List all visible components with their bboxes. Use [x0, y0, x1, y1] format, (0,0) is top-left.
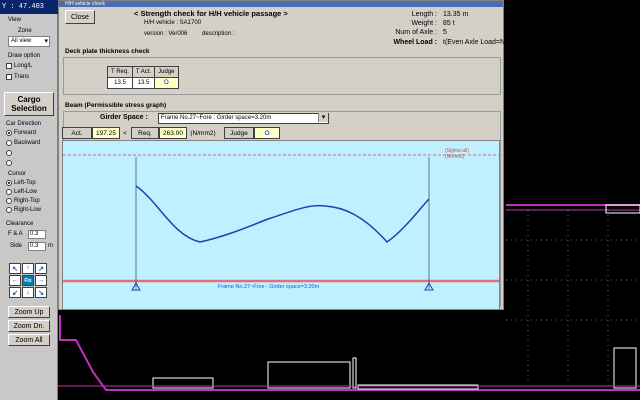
arrow-down-icon[interactable]: ↓ [22, 287, 34, 298]
weight-label: Weight : [411, 20, 437, 27]
backward-radio[interactable]: Backward [6, 140, 40, 146]
draw-option-label: Draw option [8, 53, 41, 59]
side-clearance-input[interactable]: 0.3 [28, 242, 46, 251]
act-label: Act. [62, 127, 92, 139]
zone-label: Zone [18, 28, 32, 34]
req-label: Req. [131, 127, 159, 139]
radio-dot [6, 180, 12, 186]
arrow-left-icon[interactable]: ← [9, 275, 21, 286]
stress-judge-value: O [254, 127, 280, 139]
req-value: 263.00 [159, 127, 187, 139]
tact-value: 13.5 [131, 77, 156, 89]
length-value: 13.35 m [443, 11, 469, 18]
arrow-up-right-icon[interactable]: ↗ [35, 263, 47, 274]
cursor-left-low-radio[interactable]: Left-Low [6, 189, 37, 195]
vehicle-name: H/H vehicle : SA1700 [144, 20, 202, 26]
checkbox-box [6, 74, 12, 80]
less-than-sign: < [123, 129, 127, 137]
zoom-all-button[interactable]: Zoom All [8, 334, 50, 346]
judge-label: Judge [224, 127, 254, 139]
clearance-label: Clearance [6, 221, 34, 227]
version-text: version : Ver006 [144, 31, 188, 37]
weight-value: 85 t [443, 20, 455, 27]
radio-dot [6, 189, 12, 195]
girder-space-select[interactable]: Frame No.27~Fore : Girder space=3.20m [158, 113, 329, 124]
stress-unit: (N/mm2) [190, 129, 216, 137]
girder-space-label: Girder Space : [100, 114, 148, 121]
beam-label: Beam (Permissible stress graph) [65, 102, 167, 109]
direction-radio-4[interactable] [6, 160, 14, 166]
view-label: View [8, 17, 21, 23]
wheel-load-label: Wheel Load : [393, 39, 437, 46]
arrow-up-icon[interactable]: ↑ [22, 263, 34, 274]
tact-header: T Act. [131, 66, 156, 78]
cursor-label: Cursor [8, 171, 27, 177]
side-label: Side [10, 243, 23, 249]
deck-thickness-label: Deck plate thickness check [65, 48, 150, 55]
close-button[interactable]: Close [65, 10, 95, 24]
radio-dot [6, 198, 12, 204]
axle-label: Num of Axle : [395, 29, 437, 36]
coordinate-readout: Y : 47.403 [0, 0, 58, 14]
longl-checkbox[interactable]: Long/L [6, 63, 32, 69]
cursor-left-top-radio[interactable]: Left-Top [6, 180, 36, 186]
radio-dot [6, 160, 12, 166]
direction-radio-3[interactable] [6, 150, 14, 156]
trans-checkbox[interactable]: Trans [6, 74, 29, 80]
cargo-selection-button[interactable]: Cargo Selection [4, 92, 54, 116]
forward-radio[interactable]: Forward [6, 130, 36, 136]
car-direction-label: Car Direction [6, 121, 42, 127]
frame-caption: Frame No.27~Fore : Girder space=3.20m [218, 284, 320, 290]
dialog-titlebar[interactable]: H/H vehicle check [59, 1, 503, 7]
judge-header: Judge [154, 66, 179, 78]
axle-value: 5 [443, 29, 447, 36]
arrow-down-right-icon[interactable]: ↘ [35, 287, 47, 298]
arrow-right-icon[interactable]: → [35, 275, 47, 286]
length-label: Length : [411, 11, 437, 18]
description-label: description : [202, 31, 235, 37]
pan-center-button[interactable]: Fix [22, 275, 34, 286]
arrow-down-left-icon[interactable]: ↙ [9, 287, 21, 298]
arrow-up-left-icon[interactable]: ↖ [9, 263, 21, 274]
stress-curve [135, 185, 430, 243]
radio-dot [6, 130, 12, 136]
radio-dot [6, 207, 12, 213]
treq-header: T Req. [107, 66, 133, 78]
cursor-right-top-radio[interactable]: Right-Top [6, 198, 40, 204]
stress-graph-svg: (Sigma all) (N/mm2) Frame No.27~Fore : G… [63, 148, 499, 291]
wheel-load-value: t(Even Axle Load=No) [443, 39, 512, 46]
thickness-judge-value: O [154, 77, 179, 89]
zoom-dn-button[interactable]: Zoom Dn. [8, 320, 50, 332]
zoom-up-button[interactable]: Zoom Up [8, 306, 50, 318]
checkbox-box [6, 63, 12, 69]
side-unit: m [48, 243, 53, 249]
zone-select[interactable]: All view [8, 36, 50, 47]
pan-arrow-pad: ↖ ↑ ↗ ← Fix → ↙ ↓ ↘ [9, 263, 48, 298]
fa-label: F & A [8, 231, 23, 237]
fa-clearance-input[interactable]: 0.3 [28, 230, 46, 239]
left-tool-panel: Y : 47.403 View Zone All view Draw optio… [0, 0, 58, 400]
dialog-heading: < Strength check for H/H vehicle passage… [134, 9, 288, 18]
cursor-right-low-radio[interactable]: Right-Low [6, 207, 41, 213]
sigma-label-2: (N/mm2) [445, 154, 465, 160]
thickness-table: T Req. T Act. Judge 13.5 13.5 O [107, 66, 179, 89]
radio-dot [6, 150, 12, 156]
act-value: 197.25 [92, 127, 120, 139]
treq-value: 13.5 [107, 77, 133, 89]
radio-dot [6, 140, 12, 146]
stress-graph: (Sigma all) (N/mm2) Frame No.27~Fore : G… [62, 140, 500, 310]
